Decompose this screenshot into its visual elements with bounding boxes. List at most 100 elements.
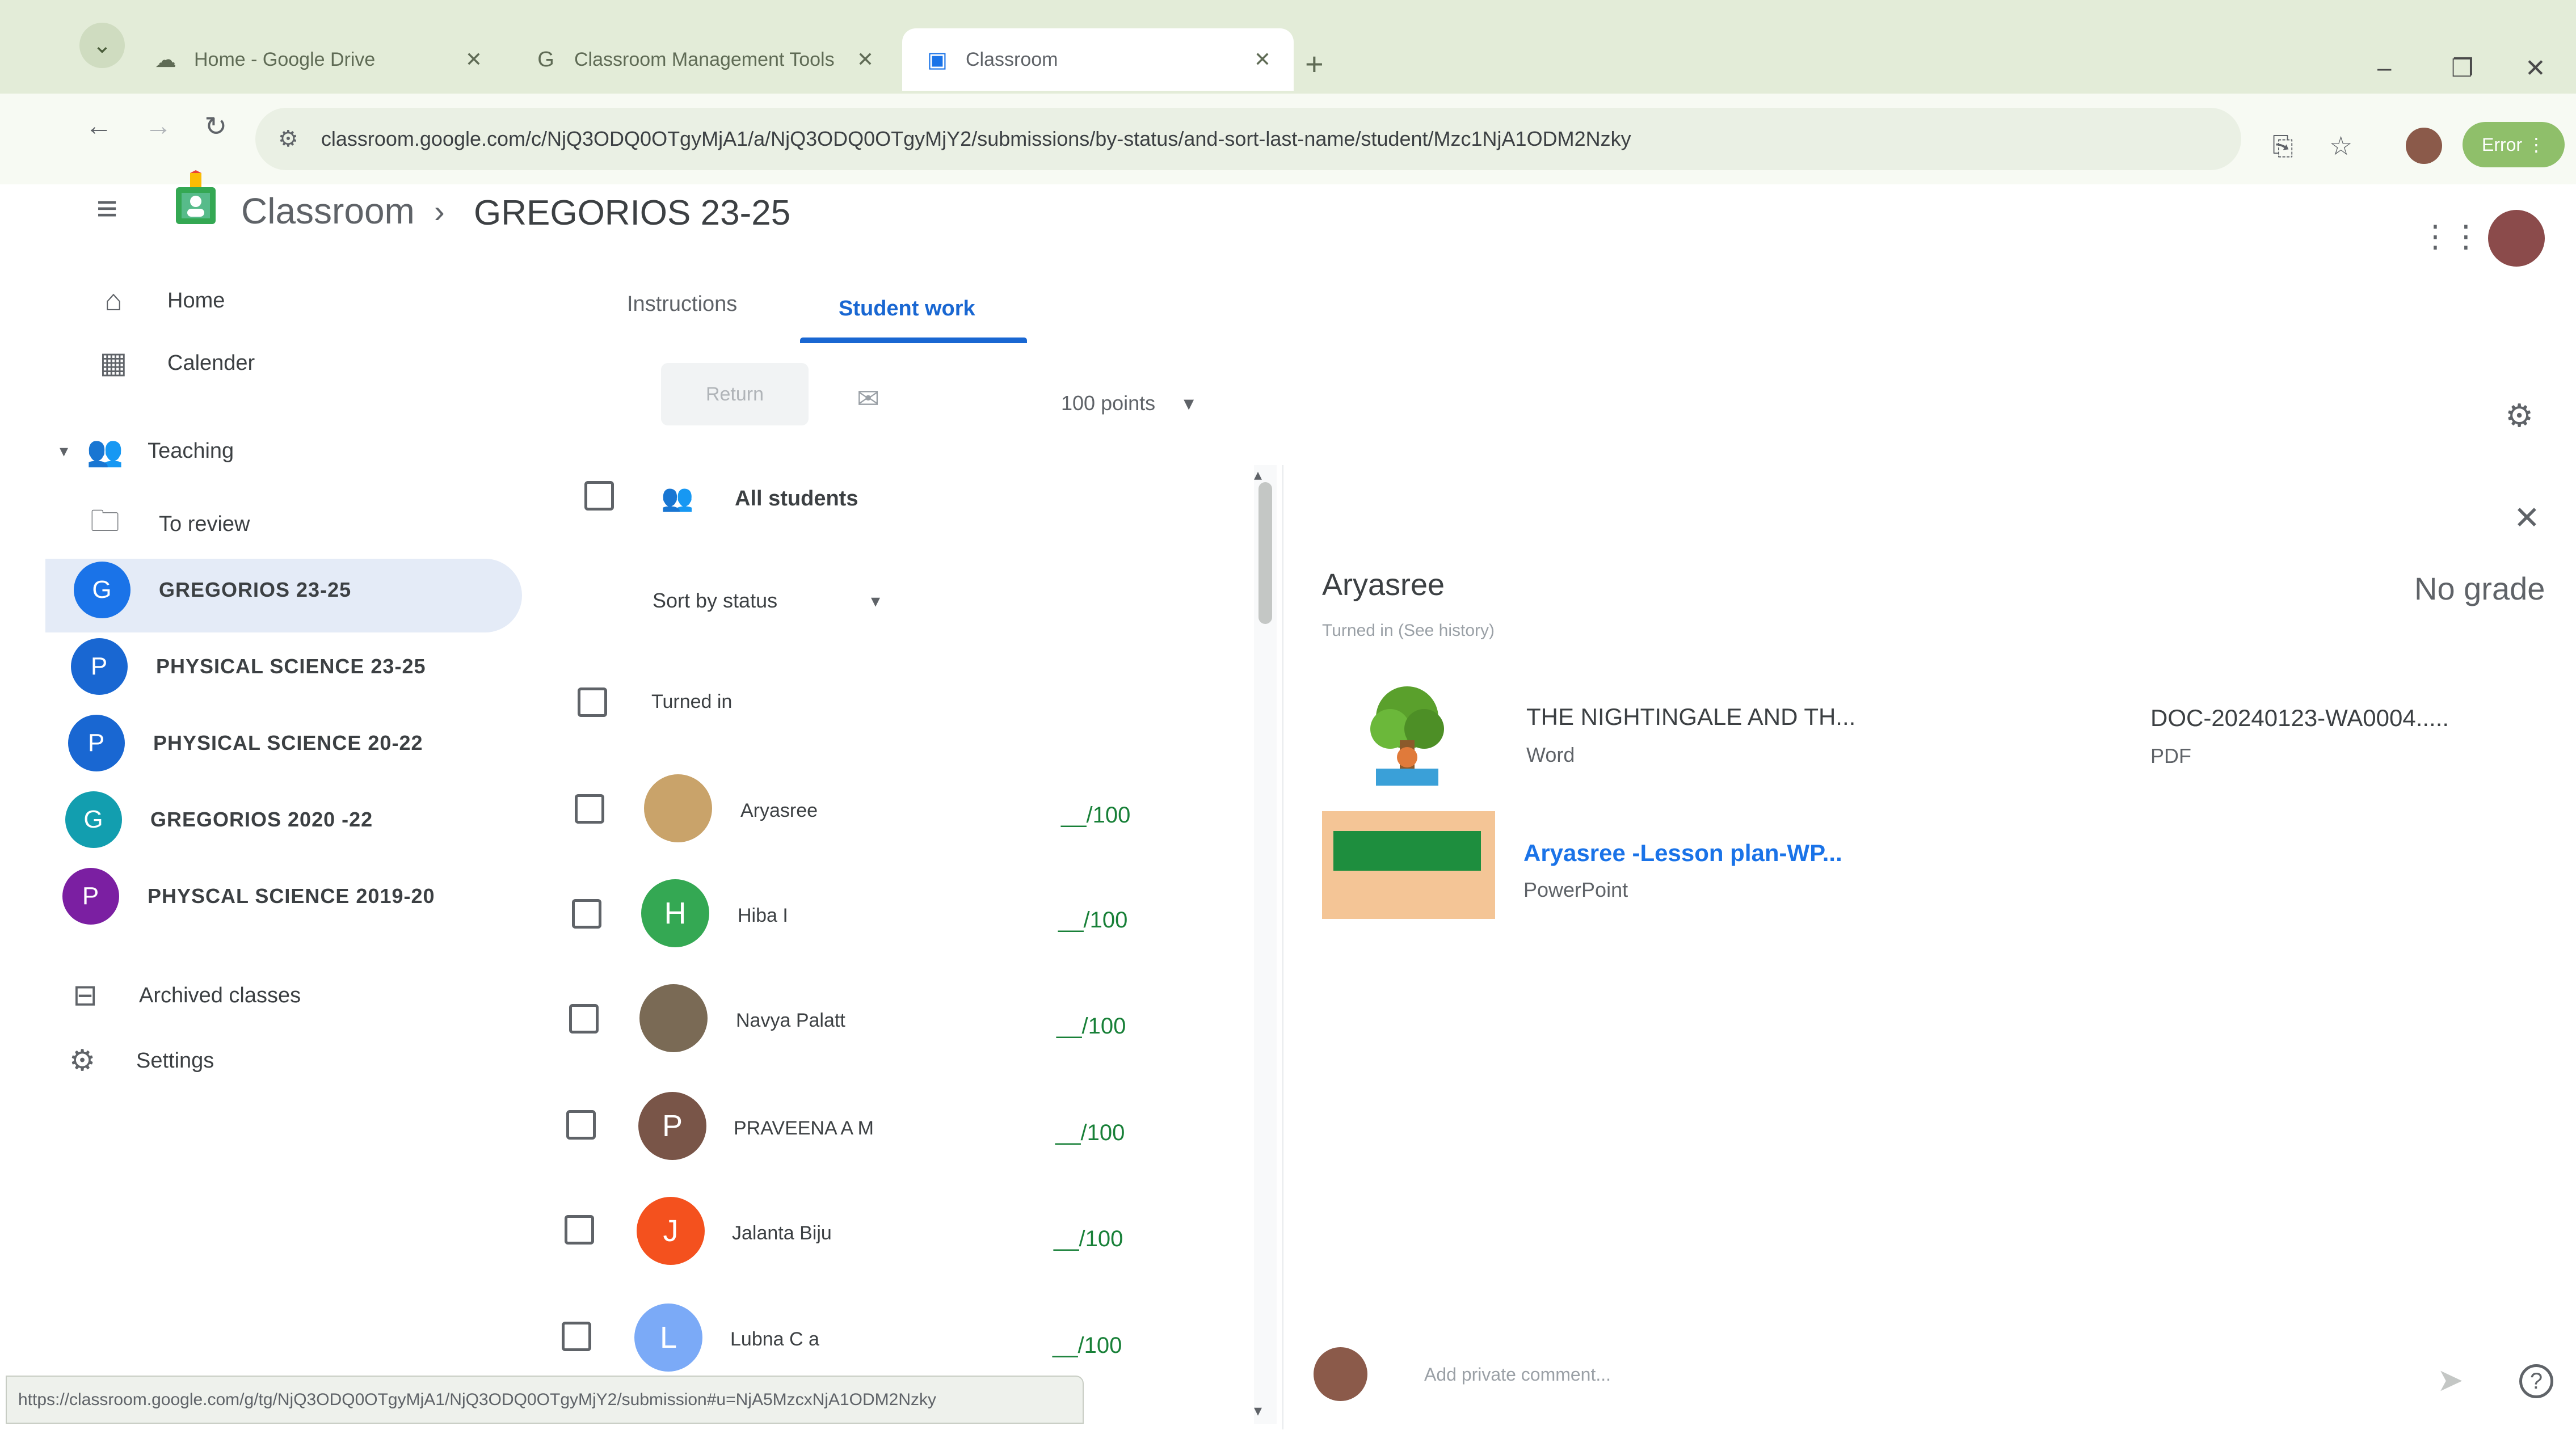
restore-icon[interactable]: ❐ — [2451, 54, 2473, 83]
folder-icon: 🗀 — [90, 505, 120, 538]
sidebar-item-teaching[interactable]: ▾ 👥 Teaching — [60, 434, 234, 469]
sidebar-item-to-review[interactable]: 🗀 To review — [85, 499, 250, 550]
grade-field[interactable]: No grade — [2414, 570, 2545, 607]
email-icon[interactable]: ✉ — [857, 383, 879, 415]
sidebar-item-archived[interactable]: ⊟ Archived classes — [65, 978, 301, 1013]
browser-profile-avatar[interactable] — [2406, 128, 2442, 164]
document-thumbnail[interactable] — [1365, 684, 1450, 788]
student-name[interactable]: Hiba I — [738, 905, 788, 927]
class-name: GREGORIOS 23-25 — [159, 578, 352, 601]
minimize-icon[interactable]: – — [2377, 54, 2391, 82]
class-avatar: P — [71, 638, 128, 695]
scroll-up-icon[interactable]: ▴ — [1254, 465, 1262, 484]
student-checkbox[interactable] — [575, 794, 604, 824]
calendar-icon: ▦ — [99, 347, 128, 379]
points-dropdown[interactable]: 100 points ▾ — [1061, 391, 1194, 415]
submission-status[interactable]: Turned in (See history) — [1322, 621, 1495, 640]
sidebar-item-label: Archived classes — [139, 983, 301, 1007]
sidebar-item-label: Home — [167, 288, 225, 313]
chevron-right-icon: › — [434, 193, 445, 229]
student-grade[interactable]: __/100 — [1053, 1333, 1122, 1359]
student-checkbox[interactable] — [566, 1110, 596, 1140]
scrollbar-thumb[interactable] — [1258, 482, 1272, 624]
sidebar-item-label: Calender — [167, 351, 255, 375]
class-name: PHYSICAL SCIENCE 20-22 — [153, 731, 423, 754]
new-tab-button[interactable]: + — [1305, 45, 1324, 82]
dropdown-arrow-icon[interactable]: ▾ — [871, 590, 880, 611]
window-close-icon[interactable]: ✕ — [2525, 54, 2546, 83]
sidebar-class-item[interactable]: P PHYSICAL SCIENCE 23-25 — [71, 638, 426, 695]
all-students-label[interactable]: All students — [735, 487, 858, 511]
close-icon[interactable]: ✕ — [1254, 48, 1271, 71]
site-info-icon[interactable]: ⚙ — [278, 126, 298, 152]
student-grade[interactable]: __/100 — [1061, 803, 1130, 828]
cast-icon[interactable]: ⎘ — [2272, 130, 2293, 162]
close-icon[interactable]: ✕ — [857, 48, 874, 71]
attachment-title-link[interactable]: Aryasree -Lesson plan-WP... — [1523, 840, 1842, 867]
thumbnail-bar — [1333, 831, 1481, 871]
student-checkbox[interactable] — [572, 899, 601, 929]
select-all-checkbox[interactable] — [584, 481, 614, 511]
tab-instructions[interactable]: Instructions — [627, 292, 737, 317]
class-avatar: G — [74, 562, 131, 618]
back-icon[interactable]: ← — [85, 111, 112, 142]
student-name[interactable]: Navya Palatt — [736, 1010, 845, 1032]
reload-icon[interactable]: ↻ — [204, 111, 227, 142]
close-panel-icon[interactable]: ✕ — [2514, 499, 2540, 537]
student-grade[interactable]: __/100 — [1058, 908, 1127, 933]
sidebar-item-label: Settings — [136, 1048, 214, 1073]
tab-search-button[interactable]: ⌄ — [79, 23, 125, 68]
sidebar-class-item[interactable]: P PHYSICAL SCIENCE 20-22 — [68, 715, 423, 771]
tab-student-work[interactable]: Student work — [839, 297, 975, 321]
student-name[interactable]: Jalanta Biju — [732, 1222, 832, 1245]
user-avatar[interactable] — [2488, 210, 2545, 267]
student-name[interactable]: Lubna C a — [730, 1328, 819, 1351]
main-menu-icon[interactable]: ≡ — [96, 187, 117, 229]
browser-tab-classroom[interactable]: ▣ Classroom ✕ — [902, 28, 1294, 91]
class-avatar: G — [65, 791, 122, 848]
student-grade[interactable]: __/100 — [1054, 1226, 1123, 1252]
error-button[interactable]: Error ⋮ — [2463, 122, 2565, 167]
bookmark-star-icon[interactable]: ☆ — [2329, 130, 2352, 161]
student-checkbox[interactable] — [569, 1004, 599, 1034]
points-label: 100 points — [1061, 391, 1156, 415]
student-name[interactable]: Aryasree — [740, 800, 818, 822]
address-bar[interactable]: ⚙ classroom.google.com/c/NjQ3ODQ0OTgyMjA… — [255, 108, 2241, 170]
sidebar-class-item[interactable]: G GREGORIOS 23-25 — [74, 562, 351, 618]
sidebar-item-label: To review — [159, 512, 250, 536]
sidebar-item-settings[interactable]: ⚙ Settings — [62, 1044, 214, 1078]
attachment-title[interactable]: DOC-20240123-WA0004..... — [2150, 705, 2449, 732]
student-avatar — [639, 984, 708, 1052]
grading-settings-icon[interactable]: ⚙ — [2505, 397, 2533, 435]
student-checkbox[interactable] — [562, 1322, 591, 1351]
sidebar-item-calendar[interactable]: ▦ Calender — [94, 346, 255, 380]
section-checkbox[interactable] — [578, 687, 607, 717]
error-label: Error — [2482, 134, 2523, 155]
sidebar-item-home[interactable]: ⌂ Home — [94, 284, 225, 318]
browser-tab-tools[interactable]: G Classroom Management Tools ✕ — [511, 28, 896, 91]
private-comment-input[interactable]: Add private comment... — [1424, 1364, 1611, 1385]
class-title[interactable]: GREGORIOS 23-25 — [474, 193, 790, 233]
send-icon[interactable]: ➤ — [2437, 1361, 2464, 1399]
sidebar-class-item[interactable]: P PHYSCAL SCIENCE 2019-20 — [62, 868, 435, 925]
people-icon: 👥 — [661, 483, 694, 512]
return-button[interactable]: Return — [661, 363, 809, 425]
sidebar-class-item[interactable]: G GREGORIOS 2020 -22 — [65, 791, 373, 848]
forward-icon[interactable]: → — [145, 111, 172, 142]
browser-tab-drive[interactable]: ☁ Home - Google Drive ✕ — [131, 28, 505, 91]
sort-dropdown[interactable]: Sort by status — [653, 589, 777, 613]
settings-gear-icon: ⚙ — [69, 1044, 96, 1077]
presentation-thumbnail[interactable] — [1322, 811, 1495, 919]
student-checkbox[interactable] — [565, 1215, 594, 1245]
help-icon[interactable]: ? — [2519, 1364, 2553, 1398]
student-grade[interactable]: __/100 — [1057, 1014, 1126, 1039]
expand-arrow-icon[interactable]: ▾ — [60, 441, 68, 461]
scroll-down-icon[interactable]: ▾ — [1254, 1401, 1262, 1420]
app-title[interactable]: Classroom — [241, 190, 415, 232]
status-bar-url: https://classroom.google.com/g/tg/NjQ3OD… — [6, 1376, 1084, 1424]
attachment-title[interactable]: THE NIGHTINGALE AND TH... — [1526, 703, 1855, 731]
student-name[interactable]: PRAVEENA A M — [734, 1117, 874, 1140]
attachment-type: Word — [1526, 743, 1575, 766]
student-grade[interactable]: __/100 — [1055, 1120, 1125, 1146]
close-icon[interactable]: ✕ — [465, 48, 482, 71]
